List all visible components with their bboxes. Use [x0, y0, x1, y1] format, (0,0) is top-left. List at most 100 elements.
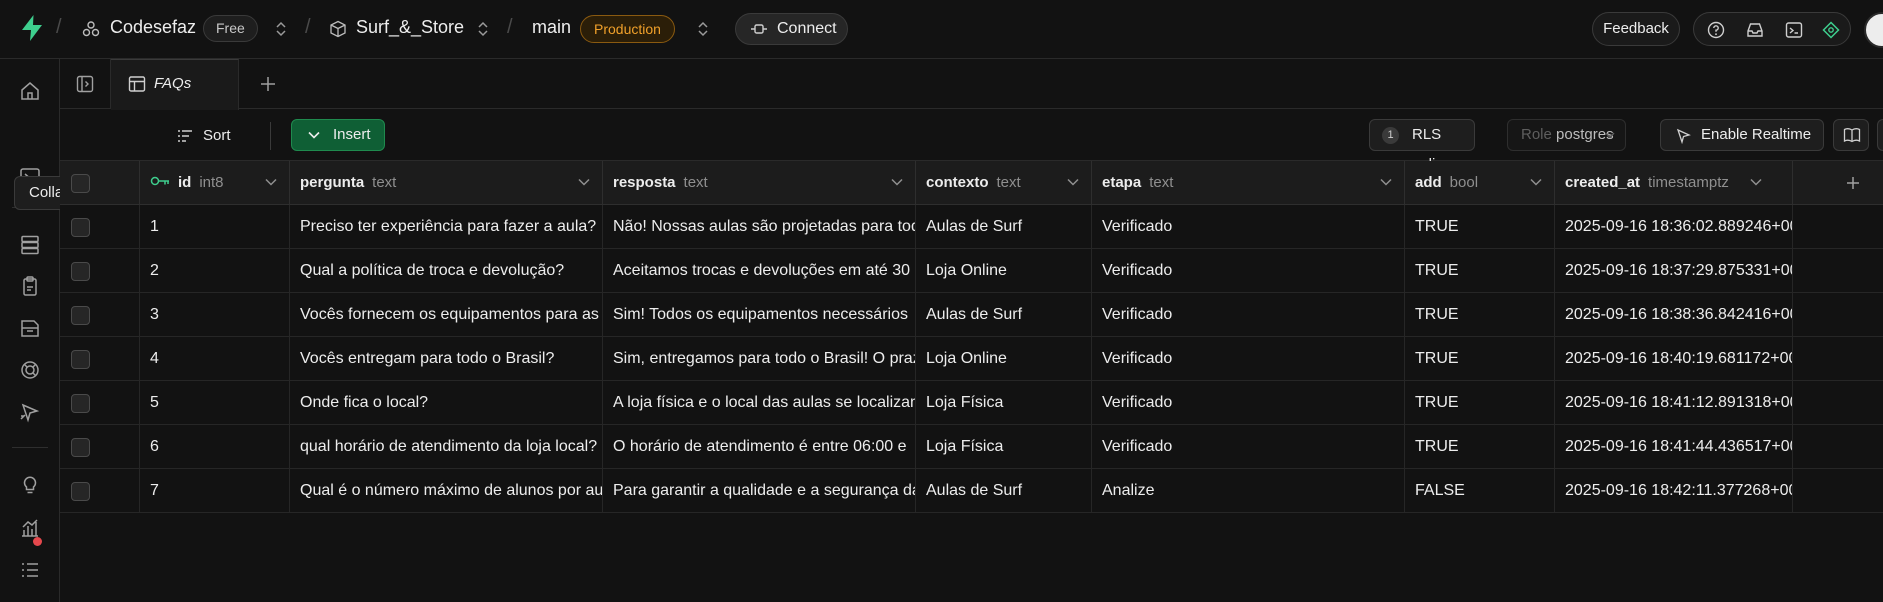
- row-checkbox[interactable]: [71, 262, 90, 281]
- cell-add[interactable]: TRUE: [1405, 293, 1555, 337]
- add-column-plus-icon[interactable]: [1844, 174, 1862, 192]
- table-row[interactable]: 5 Onde fica o local? A loja física e o loc…: [60, 381, 1883, 425]
- cell-resposta[interactable]: Para garantir a qualidade e a segurança …: [603, 469, 916, 513]
- project-switcher-icon[interactable]: [477, 20, 489, 38]
- row-checkbox[interactable]: [71, 350, 90, 369]
- cell-add[interactable]: TRUE: [1405, 337, 1555, 381]
- cell-created-at[interactable]: 2025-09-16 18:40:19.681172+00: [1555, 337, 1793, 381]
- cell-resposta[interactable]: A loja física e o local das aulas se loc…: [603, 381, 916, 425]
- cell-id[interactable]: 5: [140, 381, 290, 425]
- database-icon[interactable]: [19, 234, 41, 256]
- terminal-icon[interactable]: [1785, 21, 1803, 39]
- cell-pergunta[interactable]: Qual é o número máximo de alunos por aul…: [290, 469, 603, 513]
- row-checkbox[interactable]: [71, 438, 90, 457]
- cell-pergunta[interactable]: Vocês fornecem os equipamentos para as a…: [290, 293, 603, 337]
- cell-add[interactable]: TRUE: [1405, 249, 1555, 293]
- cell-contexto[interactable]: Loja Online: [916, 249, 1092, 293]
- cell-created-at[interactable]: 2025-09-16 18:38:36.842416+00: [1555, 293, 1793, 337]
- row-checkbox[interactable]: [71, 394, 90, 413]
- cell-add[interactable]: TRUE: [1405, 381, 1555, 425]
- logs-list-icon[interactable]: [19, 559, 41, 581]
- row-checkbox[interactable]: [71, 482, 90, 501]
- chevron-down-icon[interactable]: [578, 178, 590, 186]
- cell-created-at[interactable]: 2025-09-16 18:42:11.377268+00: [1555, 469, 1793, 513]
- api-docs-button[interactable]: [1833, 119, 1869, 151]
- cell-resposta[interactable]: O horário de atendimento é entre 06:00 e: [603, 425, 916, 469]
- realtime-icon[interactable]: [19, 402, 41, 424]
- storage-icon[interactable]: [19, 318, 41, 340]
- cell-contexto[interactable]: Loja Física: [916, 425, 1092, 469]
- advisors-lightbulb-icon[interactable]: [19, 474, 41, 496]
- table-row[interactable]: 2 Qual a política de troca e devolução? Ac…: [60, 249, 1883, 293]
- home-icon[interactable]: [19, 80, 41, 102]
- column-header-id[interactable]: id int8: [140, 161, 290, 205]
- enable-realtime-button[interactable]: Enable Realtime: [1660, 119, 1824, 151]
- column-header-etapa[interactable]: etapa text: [1092, 161, 1405, 205]
- column-header-resposta[interactable]: resposta text: [603, 161, 916, 205]
- cell-id[interactable]: 6: [140, 425, 290, 469]
- cell-contexto[interactable]: Aulas de Surf: [916, 205, 1092, 249]
- table-row[interactable]: 6 qual horário de atendimento da loja loc…: [60, 425, 1883, 469]
- role-selector[interactable]: Role postgres: [1507, 119, 1626, 151]
- cell-pergunta[interactable]: Preciso ter experiência para fazer a aul…: [290, 205, 603, 249]
- table-row[interactable]: 1 Preciso ter experiência para fazer a au…: [60, 205, 1883, 249]
- cell-etapa[interactable]: Verificado: [1092, 381, 1405, 425]
- cell-id[interactable]: 3: [140, 293, 290, 337]
- insert-button[interactable]: Insert: [291, 119, 385, 151]
- organization-switcher-icon[interactable]: [275, 20, 287, 38]
- row-checkbox[interactable]: [71, 306, 90, 325]
- cell-add[interactable]: TRUE: [1405, 205, 1555, 249]
- select-all-checkbox[interactable]: [71, 174, 90, 193]
- user-avatar[interactable]: [1864, 12, 1883, 48]
- column-header-pergunta[interactable]: pergunta text: [290, 161, 603, 205]
- table-row[interactable]: 7 Qual é o número máximo de alunos por au…: [60, 469, 1883, 513]
- chevron-down-icon[interactable]: [1750, 178, 1762, 186]
- branch-switcher-icon[interactable]: [697, 20, 709, 38]
- more-options-button[interactable]: [1877, 119, 1883, 151]
- cell-contexto[interactable]: Aulas de Surf: [916, 293, 1092, 337]
- cell-created-at[interactable]: 2025-09-16 18:41:12.891318+00: [1555, 381, 1793, 425]
- cell-id[interactable]: 2: [140, 249, 290, 293]
- cell-resposta[interactable]: Não! Nossas aulas são projetadas para to…: [603, 205, 916, 249]
- cell-created-at[interactable]: 2025-09-16 18:37:29.875331+00: [1555, 249, 1793, 293]
- reports-icon[interactable]: [19, 517, 41, 539]
- table-row[interactable]: 4 Vocês entregam para todo o Brasil? Sim, …: [60, 337, 1883, 381]
- cell-contexto[interactable]: Loja Física: [916, 381, 1092, 425]
- cell-pergunta[interactable]: Onde fica o local?: [290, 381, 603, 425]
- sort-button[interactable]: Sort: [175, 123, 231, 149]
- table-row[interactable]: 3 Vocês fornecem os equipamentos para as …: [60, 293, 1883, 337]
- cell-etapa[interactable]: Verificado: [1092, 293, 1405, 337]
- chevron-down-icon[interactable]: [1530, 178, 1542, 186]
- inbox-icon[interactable]: [1746, 21, 1764, 39]
- connect-button[interactable]: Connect: [735, 13, 848, 45]
- cell-id[interactable]: 1: [140, 205, 290, 249]
- assistant-icon[interactable]: [1822, 21, 1840, 39]
- chevron-down-icon[interactable]: [1067, 178, 1079, 186]
- column-header-add[interactable]: add bool: [1405, 161, 1555, 205]
- tab-faqs[interactable]: FAQs: [111, 59, 239, 110]
- row-checkbox[interactable]: [71, 218, 90, 237]
- cell-resposta[interactable]: Aceitamos trocas e devoluções em até 30 …: [603, 249, 916, 293]
- cell-add[interactable]: TRUE: [1405, 425, 1555, 469]
- cell-pergunta[interactable]: qual horário de atendimento da loja loca…: [290, 425, 603, 469]
- project-name[interactable]: Surf_&_Store: [356, 17, 464, 38]
- cell-add[interactable]: FALSE: [1405, 469, 1555, 513]
- cell-etapa[interactable]: Verificado: [1092, 249, 1405, 293]
- column-header-contexto[interactable]: contexto text: [916, 161, 1092, 205]
- cell-resposta[interactable]: Sim! Todos os equipamentos necessários: [603, 293, 916, 337]
- cell-created-at[interactable]: 2025-09-16 18:36:02.889246+00: [1555, 205, 1793, 249]
- cell-created-at[interactable]: 2025-09-16 18:41:44.436517+00: [1555, 425, 1793, 469]
- column-header-created-at[interactable]: created_at timestamptz: [1555, 161, 1793, 205]
- edge-functions-icon[interactable]: [19, 359, 41, 381]
- cell-pergunta[interactable]: Vocês entregam para todo o Brasil?: [290, 337, 603, 381]
- cell-resposta[interactable]: Sim, entregamos para todo o Brasil! O pr…: [603, 337, 916, 381]
- cell-id[interactable]: 7: [140, 469, 290, 513]
- cell-etapa[interactable]: Verificado: [1092, 425, 1405, 469]
- supabase-logo-icon[interactable]: [20, 14, 44, 42]
- cell-id[interactable]: 4: [140, 337, 290, 381]
- organization-name[interactable]: Codesefaz: [110, 17, 196, 38]
- cell-pergunta[interactable]: Qual a política de troca e devolução?: [290, 249, 603, 293]
- feedback-button[interactable]: Feedback: [1592, 12, 1680, 46]
- authentication-icon[interactable]: [19, 275, 41, 297]
- cell-etapa[interactable]: Analize: [1092, 469, 1405, 513]
